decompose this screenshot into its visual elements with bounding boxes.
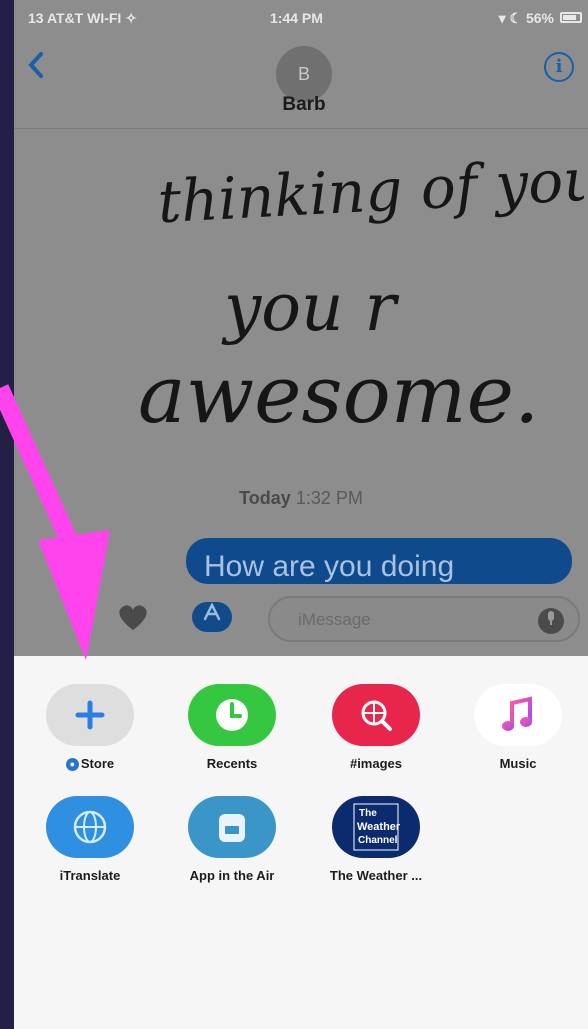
app-label-music: Music bbox=[499, 756, 537, 771]
status-bar: 13 AT&T WI-FI ✧ 1:44 PM ▾ ☾ 56% bbox=[14, 0, 588, 36]
weather-logo-line-1: The bbox=[359, 808, 377, 819]
globe-search-icon bbox=[332, 684, 420, 746]
app-label-weather-channel: The Weather ... bbox=[329, 868, 423, 883]
outgoing-message-bubble[interactable]: How are you doing bbox=[186, 538, 572, 584]
compose-bar: iMessage bbox=[14, 588, 588, 656]
app-label-app-in-the-air: App in the Air bbox=[189, 868, 275, 883]
chevron-left-icon bbox=[28, 52, 43, 78]
handwritten-line-2: you r bbox=[221, 269, 400, 346]
app-music[interactable]: Music bbox=[458, 684, 578, 771]
app-label-images: #images bbox=[349, 756, 403, 771]
battery-label: ▾ ☾ 56% bbox=[498, 10, 554, 26]
messages-screen: 13 AT&T WI-FI ✧ 1:44 PM ▾ ☾ 56% B Barb i… bbox=[14, 0, 588, 1029]
suitcase-icon bbox=[188, 796, 276, 858]
timestamp-day: Today bbox=[239, 488, 291, 508]
app-weather-channel[interactable]: The Weather Channel The Weather ... bbox=[316, 796, 436, 883]
microphone-icon[interactable] bbox=[538, 608, 564, 634]
app-store[interactable]: ● Store bbox=[30, 684, 150, 771]
info-button[interactable]: i bbox=[544, 52, 574, 82]
handwritten-line-1: thinking of you bbox=[156, 145, 584, 236]
app-label-recents: Recents bbox=[206, 756, 258, 771]
clock-icon bbox=[188, 684, 276, 746]
weather-logo-line-2: Weather bbox=[357, 821, 401, 833]
timestamp-time: 1:32 PM bbox=[295, 488, 363, 508]
app-label-store: Store bbox=[80, 756, 115, 771]
battery-icon bbox=[560, 12, 582, 23]
clock-label: 1:44 PM bbox=[270, 10, 323, 26]
message-input[interactable]: iMessage bbox=[268, 596, 580, 642]
app-store-button[interactable] bbox=[192, 602, 232, 632]
app-recents[interactable]: Recents bbox=[172, 684, 292, 771]
handwritten-message[interactable]: thinking of you you r awesome. bbox=[124, 140, 584, 470]
back-button[interactable] bbox=[26, 50, 46, 86]
handwritten-line-3: awesome. bbox=[138, 348, 539, 441]
app-store-icon bbox=[201, 602, 223, 625]
app-images[interactable]: #images bbox=[316, 684, 436, 771]
digital-touch-heart-icon[interactable] bbox=[116, 602, 150, 632]
weather-channel-icon: The Weather Channel bbox=[332, 796, 420, 858]
header-divider bbox=[14, 128, 588, 129]
app-itranslate[interactable]: iTranslate bbox=[30, 796, 150, 883]
message-placeholder: iMessage bbox=[298, 610, 371, 629]
message-timestamp: Today 1:32 PM bbox=[14, 488, 588, 509]
app-in-the-air[interactable]: App in the Air bbox=[172, 796, 292, 883]
app-label-itranslate: iTranslate bbox=[59, 868, 121, 883]
carrier-label: 13 AT&T WI-FI ✧ bbox=[28, 10, 137, 26]
weather-logo-line-3: Channel bbox=[358, 835, 398, 846]
music-note-icon bbox=[474, 684, 562, 746]
imessage-app-drawer: ● Store Recents #images Music iTranslate… bbox=[14, 656, 588, 1029]
store-badge-icon: ● bbox=[65, 758, 79, 771]
contact-name[interactable]: Barb bbox=[278, 94, 330, 116]
plus-icon bbox=[46, 684, 134, 746]
conversation-area: 13 AT&T WI-FI ✧ 1:44 PM ▾ ☾ 56% B Barb i… bbox=[14, 0, 588, 656]
translate-globe-icon bbox=[46, 796, 134, 858]
